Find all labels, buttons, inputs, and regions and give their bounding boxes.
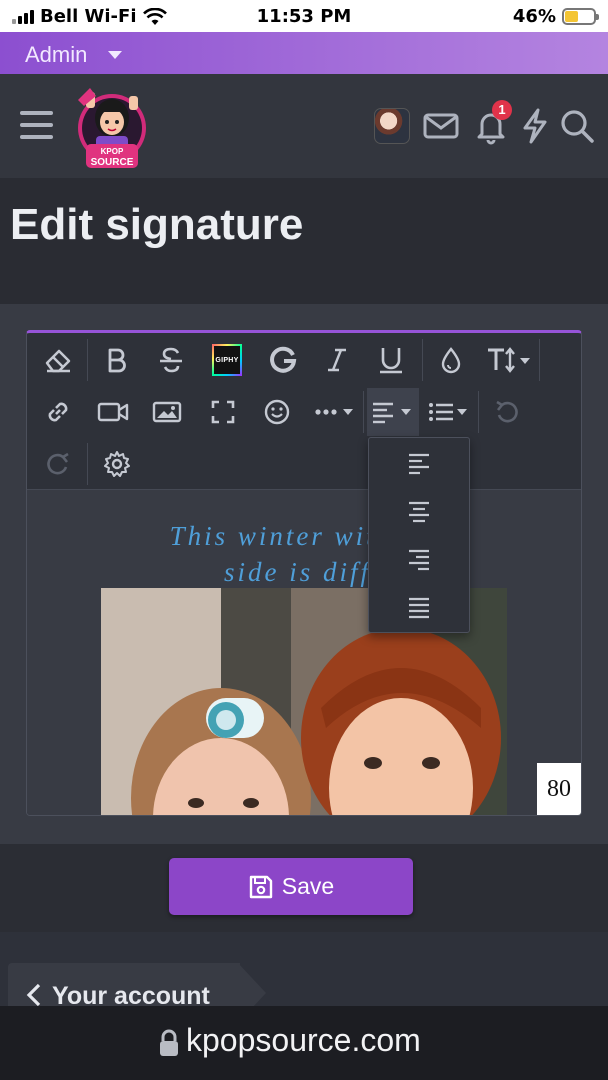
status-bar: Bell Wi-Fi 11:53 PM 46% xyxy=(0,0,608,32)
signature-text[interactable]: This winter with my side is diffe xyxy=(67,518,543,590)
underline-button[interactable] xyxy=(365,336,417,384)
insert-link-button[interactable] xyxy=(32,388,84,436)
logo-text-source: SOURCE xyxy=(91,157,134,168)
align-left-icon xyxy=(373,402,411,424)
fullscreen-icon xyxy=(211,400,235,424)
more-options-button[interactable] xyxy=(307,388,363,436)
align-center-option[interactable] xyxy=(369,488,469,536)
list-button[interactable] xyxy=(421,388,477,436)
search-icon[interactable] xyxy=(558,107,596,145)
logo-text-kpop: KPOP xyxy=(101,147,124,156)
toolbar-separator xyxy=(87,443,88,485)
redo-icon xyxy=(47,452,69,475)
editor-content[interactable]: This winter with my side is diffe 80 xyxy=(27,490,581,815)
align-left-option[interactable] xyxy=(369,440,469,488)
insert-image-button[interactable] xyxy=(141,388,193,436)
toolbar-separator xyxy=(478,391,479,433)
font-button[interactable] xyxy=(257,336,309,384)
underline-icon xyxy=(380,348,402,374)
url-domain[interactable]: kpopsource.com xyxy=(186,1022,421,1059)
lightning-icon[interactable] xyxy=(516,107,554,145)
list-icon xyxy=(429,403,467,421)
chevron-left-icon xyxy=(26,983,41,1007)
undo-button[interactable] xyxy=(481,388,533,436)
gear-icon xyxy=(104,451,130,477)
smiley-icon xyxy=(264,399,290,425)
align-dropdown xyxy=(368,437,470,633)
strikethrough-button[interactable] xyxy=(145,336,197,384)
bold-icon xyxy=(108,348,126,373)
toolbar-separator xyxy=(363,391,364,433)
admin-label[interactable]: Admin xyxy=(25,42,87,68)
caret-down-icon xyxy=(108,51,122,59)
align-justify-icon xyxy=(409,597,429,619)
toolbar-separator xyxy=(87,339,88,381)
battery-percent: 46% xyxy=(512,6,556,27)
text-color-button[interactable] xyxy=(425,336,477,384)
site-header: KPOP SOURCE xyxy=(0,74,608,178)
font-size-button[interactable] xyxy=(479,336,539,384)
emoji-button[interactable] xyxy=(251,388,303,436)
italic-button[interactable] xyxy=(311,336,363,384)
toolbar-separator xyxy=(422,339,423,381)
page-title: Edit signature xyxy=(10,200,304,249)
save-icon xyxy=(249,875,272,898)
admin-bar[interactable]: Admin xyxy=(0,32,608,74)
signature-editor: GIPHY This winter with my side is diffe … xyxy=(26,330,582,816)
strikethrough-icon xyxy=(160,347,182,373)
notification-badge: 1 xyxy=(492,100,512,120)
align-left-icon xyxy=(409,453,429,475)
eraser-icon xyxy=(45,349,71,373)
link-icon xyxy=(48,402,68,422)
giphy-icon: GIPHY xyxy=(212,344,242,376)
text-size-icon xyxy=(488,347,530,373)
undo-icon xyxy=(496,400,518,423)
insert-video-button[interactable] xyxy=(87,388,139,436)
giphy-button[interactable]: GIPHY xyxy=(201,336,253,384)
status-right: 46% xyxy=(512,6,599,27)
remove-format-button[interactable] xyxy=(32,336,84,384)
align-button[interactable] xyxy=(367,388,419,436)
battery-icon xyxy=(562,8,599,25)
user-avatar[interactable] xyxy=(374,108,410,144)
italic-icon xyxy=(328,348,346,372)
save-label: Save xyxy=(281,873,335,899)
redo-button[interactable] xyxy=(32,440,84,488)
editor-settings-button[interactable] xyxy=(91,440,143,488)
site-logo[interactable]: KPOP SOURCE xyxy=(72,80,152,172)
fullscreen-button[interactable] xyxy=(197,388,249,436)
align-right-icon xyxy=(409,549,429,571)
save-button[interactable]: Save xyxy=(169,858,413,915)
bold-button[interactable] xyxy=(91,336,143,384)
align-right-option[interactable] xyxy=(369,536,469,584)
image-icon xyxy=(152,401,182,423)
droplet-icon xyxy=(441,347,461,374)
inbox-icon[interactable] xyxy=(422,107,460,145)
signature-line: side is diffe xyxy=(224,557,386,587)
menu-icon[interactable] xyxy=(20,111,53,139)
align-justify-option[interactable] xyxy=(369,584,469,632)
google-font-icon xyxy=(270,346,297,373)
signature-line: This winter with my xyxy=(169,521,441,551)
ellipsis-icon xyxy=(315,409,353,415)
toolbar-separator xyxy=(539,339,540,381)
video-icon xyxy=(97,402,129,422)
align-center-icon xyxy=(409,501,429,523)
number-box: 80 xyxy=(537,763,581,815)
lock-icon xyxy=(160,1029,178,1056)
